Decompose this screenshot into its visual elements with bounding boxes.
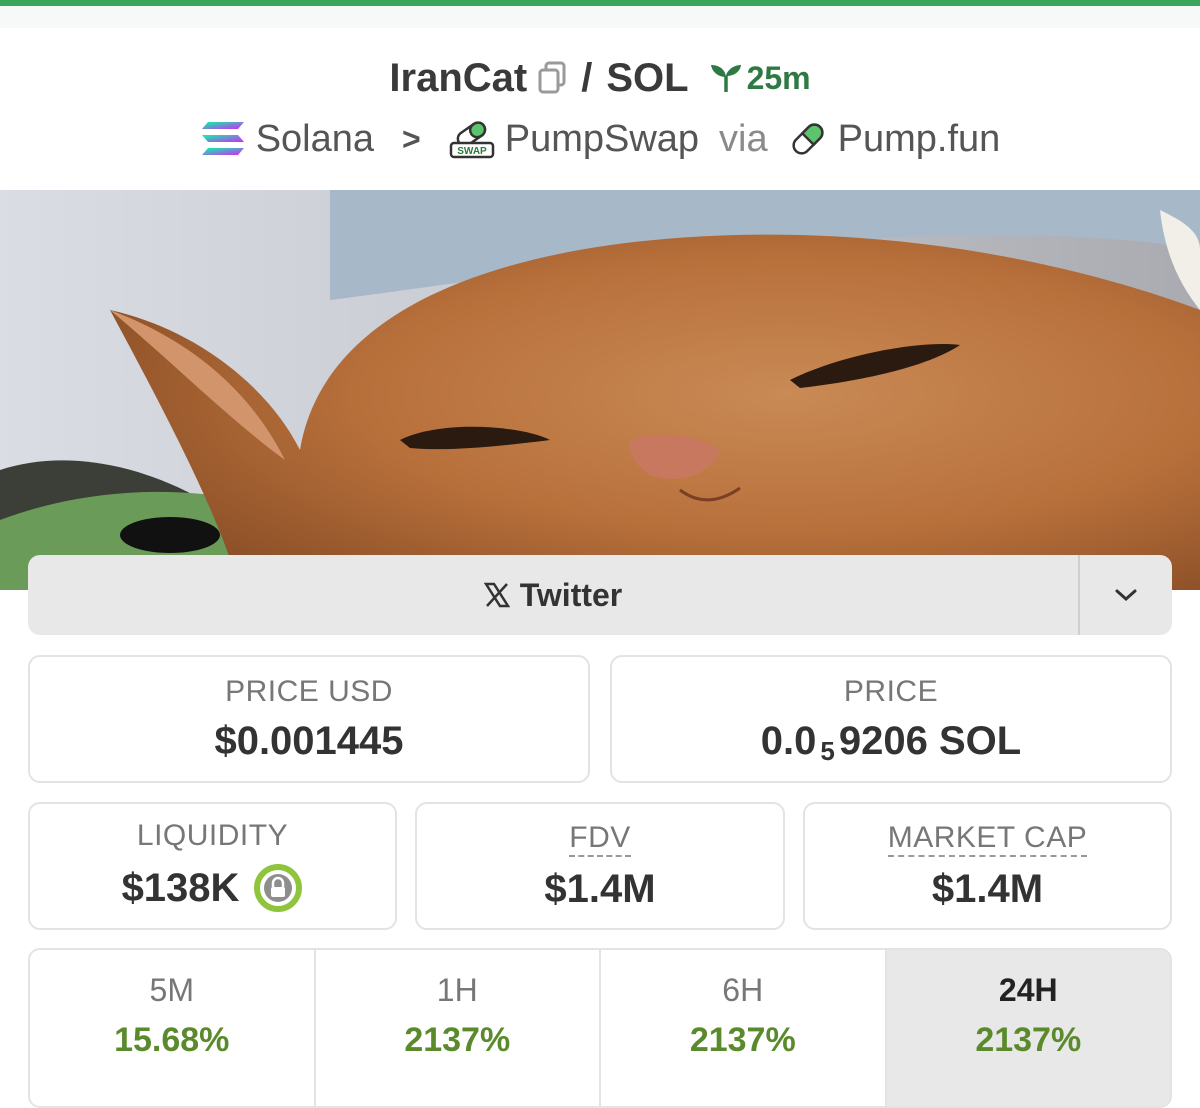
chevron-down-icon bbox=[1115, 589, 1137, 602]
price-change-tabs: 5M 15.68% 1H 2137% 6H 2137% 24H 2137% bbox=[28, 948, 1172, 1108]
pair-header: IranCat / SOL 25m Solana > SWAP PumpSwap… bbox=[0, 28, 1200, 190]
pair-age: 25m bbox=[709, 60, 811, 97]
svg-text:SWAP: SWAP bbox=[457, 146, 487, 157]
fdv-value: $1.4M bbox=[544, 866, 656, 911]
price-suffix: 9206 SOL bbox=[838, 718, 1022, 763]
twitter-button[interactable]: Twitter bbox=[28, 555, 1078, 635]
price-zero-count: 5 bbox=[820, 735, 835, 766]
market-cap-value: $1.4M bbox=[931, 866, 1044, 911]
price-usd-value: $0.001445 bbox=[214, 718, 404, 763]
solana-icon bbox=[200, 120, 246, 158]
age-label: 25m bbox=[746, 59, 811, 96]
chain-link[interactable]: Solana bbox=[256, 118, 374, 161]
liquidity-card: LIQUIDITY $138K bbox=[28, 802, 397, 930]
sprout-icon bbox=[710, 65, 741, 92]
x-logo-icon bbox=[483, 582, 510, 608]
dex-link[interactable]: PumpSwap bbox=[505, 118, 699, 161]
liquidity-value-row: $138K bbox=[122, 863, 304, 913]
market-cap-label[interactable]: MARKET CAP bbox=[887, 821, 1088, 857]
tab-label: 5M bbox=[149, 972, 194, 1008]
price-change-value: 15.68% bbox=[114, 1021, 230, 1059]
token-name: IranCat bbox=[389, 55, 528, 100]
pair-separator: / bbox=[581, 55, 593, 100]
tab-label: 6H bbox=[722, 972, 764, 1008]
price-native-label: PRICE bbox=[843, 674, 939, 708]
price-usd-label: PRICE USD bbox=[225, 674, 393, 708]
twitter-label: Twitter bbox=[519, 576, 623, 613]
pill-icon bbox=[788, 119, 828, 159]
launchpad-link[interactable]: Pump.fun bbox=[838, 118, 1001, 161]
pair-title-row: IranCat / SOL 25m bbox=[0, 50, 1200, 106]
tab-6h[interactable]: 6H 2137% bbox=[601, 950, 887, 1106]
breadcrumb-chevron-icon: > bbox=[402, 120, 421, 157]
price-native-value: 0.0 5 9206 SOL bbox=[760, 718, 1022, 766]
tab-24h[interactable]: 24H 2137% bbox=[886, 950, 1170, 1106]
pumpswap-icon: SWAP bbox=[449, 117, 495, 161]
market-cap-card: MARKET CAP $1.4M bbox=[803, 802, 1172, 930]
fdv-card: FDV $1.4M bbox=[415, 802, 785, 930]
socials-bar: Twitter bbox=[28, 555, 1172, 635]
tab-1h[interactable]: 1H 2137% bbox=[315, 950, 601, 1106]
copy-icon[interactable] bbox=[537, 61, 567, 95]
token-banner-image bbox=[0, 190, 1200, 590]
price-change-value: 2137% bbox=[404, 1021, 511, 1059]
price-usd-card: PRICE USD $0.001445 bbox=[28, 655, 590, 783]
tab-label: 1H bbox=[436, 972, 478, 1008]
tab-5m[interactable]: 5M 15.68% bbox=[30, 950, 316, 1106]
tab-label: 24H bbox=[998, 972, 1058, 1008]
pair-breadcrumb: Solana > SWAP PumpSwap via Pump.fun bbox=[0, 114, 1200, 164]
liquidity-label: LIQUIDITY bbox=[136, 819, 289, 852]
price-native-card: PRICE 0.0 5 9206 SOL bbox=[610, 655, 1172, 783]
price-change-value: 2137% bbox=[975, 1021, 1082, 1059]
socials-dropdown-button[interactable] bbox=[1080, 555, 1172, 635]
via-label: via bbox=[719, 117, 768, 160]
liquidity-value: $138K bbox=[121, 865, 240, 910]
fdv-label[interactable]: FDV bbox=[569, 821, 631, 857]
lock-icon[interactable] bbox=[253, 863, 303, 913]
price-prefix: 0.0 bbox=[760, 718, 817, 763]
quote-token: SOL bbox=[606, 55, 689, 100]
top-strip bbox=[0, 6, 1200, 28]
price-change-value: 2137% bbox=[689, 1021, 796, 1059]
